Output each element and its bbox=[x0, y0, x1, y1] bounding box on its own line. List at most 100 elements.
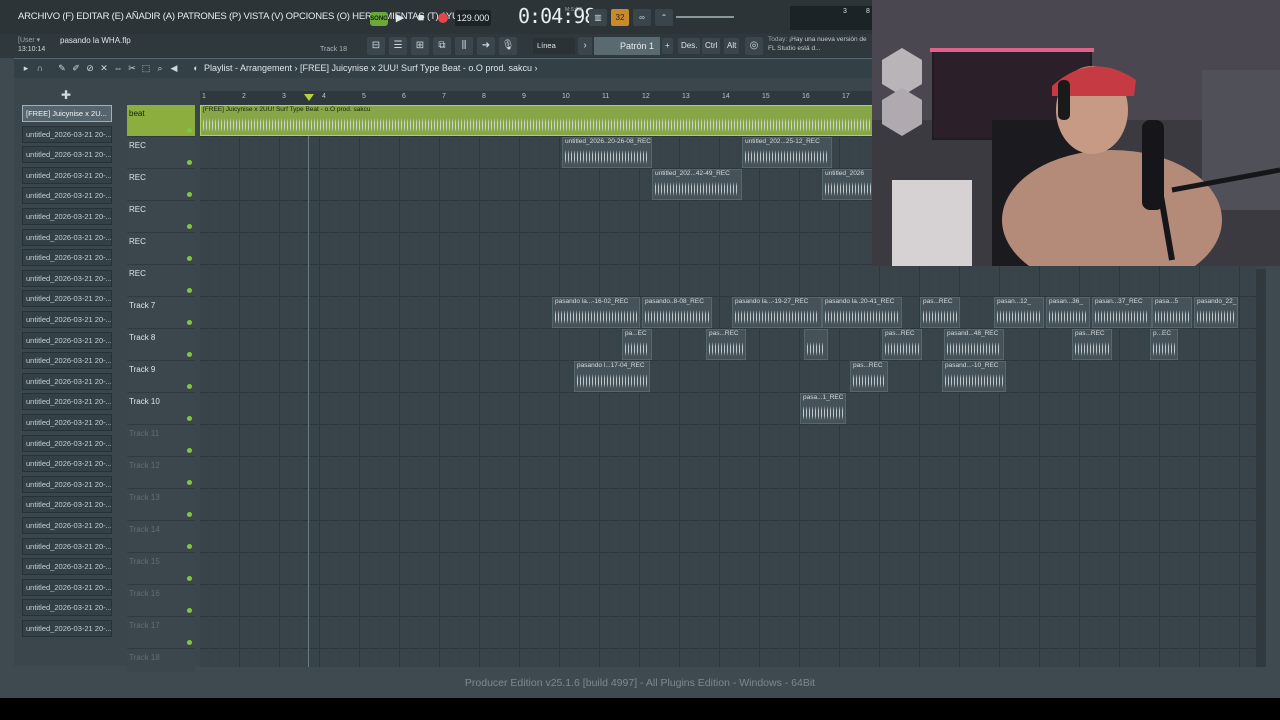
clip-list-item[interactable]: untitled_2026-03-21 20-... bbox=[22, 290, 112, 308]
track-enable-led[interactable] bbox=[187, 256, 192, 261]
song-time-display[interactable]: 0:04:98 bbox=[518, 4, 596, 28]
news-panel[interactable]: Today: ¡Hay una nueva versión de FL Stud… bbox=[768, 35, 868, 53]
track-header[interactable]: Track 13 bbox=[127, 489, 195, 521]
user-label[interactable]: [User ▾ bbox=[18, 36, 40, 44]
clip-list-item[interactable]: untitled_2026-03-21 20-... bbox=[22, 414, 112, 431]
track-header[interactable]: Track 10 bbox=[127, 393, 195, 425]
track-enable-led[interactable] bbox=[187, 320, 192, 325]
track-header[interactable]: Track 17 bbox=[127, 617, 195, 649]
track-enable-led[interactable] bbox=[187, 352, 192, 357]
playhead-marker[interactable] bbox=[304, 94, 314, 101]
step-edit-button[interactable]: 32 bbox=[611, 9, 629, 26]
paint-icon[interactable]: ✐ bbox=[70, 62, 82, 74]
track-enable-led[interactable] bbox=[187, 224, 192, 229]
audio-clip[interactable]: pa...EC bbox=[622, 329, 652, 360]
master-pitch-slider[interactable] bbox=[676, 16, 734, 18]
vertical-scrollbar[interactable] bbox=[1256, 269, 1266, 667]
track-header[interactable]: REC bbox=[127, 233, 195, 265]
clip-list-item[interactable]: untitled_2026-03-21 20-... bbox=[22, 393, 112, 411]
expand-icon[interactable]: ▸ bbox=[20, 62, 32, 74]
audio-clip[interactable]: pas...REC bbox=[706, 329, 746, 360]
record-button[interactable] bbox=[435, 10, 451, 26]
audio-clip[interactable]: pasan...12_ bbox=[994, 297, 1044, 328]
zoom-icon[interactable]: ⌕ bbox=[154, 62, 166, 74]
audio-clip[interactable]: pasando la...-19-27_REC bbox=[732, 297, 822, 328]
microphone-icon[interactable]: 🎙 bbox=[499, 37, 517, 55]
clip-list-item[interactable]: untitled_2026-03-21 20-... bbox=[22, 187, 112, 205]
track-header[interactable]: Track 11 bbox=[127, 425, 195, 457]
clip-list-item[interactable]: untitled_2026-03-21 20-... bbox=[22, 146, 112, 164]
clip-list-item[interactable]: untitled_2026-03-21 20-... bbox=[22, 311, 112, 328]
clip-list-item[interactable]: untitled_2026-03-21 20-... bbox=[22, 125, 112, 143]
pattern-select[interactable]: Patrón 1 bbox=[594, 37, 660, 55]
ctrl-button[interactable]: Ctrl bbox=[702, 38, 721, 54]
audio-clip[interactable]: untitled_2026..20-26-08_REC bbox=[562, 137, 652, 168]
audio-clip[interactable]: pasa...1_REC bbox=[800, 393, 846, 424]
audio-clip[interactable]: pasando la..20-41_REC bbox=[822, 297, 902, 328]
mute-icon[interactable]: ✕ bbox=[98, 62, 110, 74]
audio-clip[interactable] bbox=[804, 329, 828, 360]
clip-list-item[interactable]: untitled_2026-03-21 20-... bbox=[22, 620, 112, 637]
clip-list-item[interactable]: untitled_2026-03-21 20-... bbox=[22, 475, 112, 493]
track-header[interactable]: Track 16 bbox=[127, 585, 195, 617]
snap-select[interactable]: Línea bbox=[533, 38, 575, 54]
channel-rack-icon[interactable]: ☰ bbox=[389, 37, 407, 55]
track-header[interactable]: REC bbox=[127, 169, 195, 201]
piano-roll-icon[interactable]: ⊞ bbox=[411, 37, 429, 55]
track-header[interactable]: Track 15 bbox=[127, 553, 195, 585]
add-clip-icon[interactable]: ✚ bbox=[60, 89, 72, 101]
track-header[interactable]: beat bbox=[127, 105, 195, 137]
clip-list-item[interactable]: untitled_2026-03-21 20-... bbox=[22, 537, 112, 555]
browser-icon[interactable]: ⧉ bbox=[433, 37, 451, 55]
metronome-icon[interactable]: ⌃ bbox=[655, 9, 673, 26]
track-enable-led[interactable] bbox=[187, 640, 192, 645]
track-enable-led[interactable] bbox=[187, 480, 192, 485]
des-button[interactable]: Des. bbox=[678, 38, 701, 54]
track-enable-led[interactable] bbox=[187, 544, 192, 549]
track-header[interactable]: Track 12 bbox=[127, 457, 195, 489]
loop-record-icon[interactable]: ∞ bbox=[633, 9, 651, 26]
clip-list-item[interactable]: untitled_2026-03-21 20-... bbox=[22, 455, 112, 473]
audio-clip[interactable]: untitled_202...25-12_REC bbox=[742, 137, 832, 168]
play-button[interactable]: ▶ bbox=[392, 10, 408, 26]
track-enable-led[interactable] bbox=[187, 128, 192, 133]
audio-clip[interactable]: pasando_22_ bbox=[1194, 297, 1238, 328]
audio-clip[interactable]: pasando..8-08_REC bbox=[642, 297, 712, 328]
magnet-icon[interactable]: ∩ bbox=[34, 62, 46, 74]
audio-clip[interactable]: pasand...-10_REC bbox=[942, 361, 1006, 392]
track-header[interactable]: REC bbox=[127, 201, 195, 233]
select-icon[interactable]: ⬚ bbox=[140, 62, 152, 74]
track-header[interactable]: Track 14 bbox=[127, 521, 195, 553]
clip-list-item[interactable]: [FREE] Juicynise x 2U... bbox=[22, 105, 112, 122]
track-enable-led[interactable] bbox=[187, 416, 192, 421]
track-enable-led[interactable] bbox=[187, 192, 192, 197]
clip-list-item[interactable]: untitled_2026-03-21 20-... bbox=[22, 599, 112, 617]
clip-list-item[interactable]: untitled_2026-03-21 20-... bbox=[22, 517, 112, 534]
stop-button[interactable]: ■ bbox=[413, 10, 429, 26]
audio-clip[interactable]: pasando la...-16-02_REC bbox=[552, 297, 640, 328]
clip-list-item[interactable]: untitled_2026-03-21 20-... bbox=[22, 249, 112, 267]
audio-clip[interactable]: pasa...5 bbox=[1152, 297, 1192, 328]
track-enable-led[interactable] bbox=[187, 288, 192, 293]
audio-clip[interactable]: pas...REC bbox=[920, 297, 960, 328]
slice-icon[interactable]: ✂ bbox=[126, 62, 138, 74]
pencil-icon[interactable]: ✎ bbox=[56, 62, 68, 74]
track-header[interactable]: REC bbox=[127, 137, 195, 169]
clip-list-item[interactable]: untitled_2026-03-21 20-... bbox=[22, 269, 112, 287]
clip-list-item[interactable]: untitled_2026-03-21 20-... bbox=[22, 166, 112, 184]
audio-clip[interactable]: pas...REC bbox=[882, 329, 922, 360]
news-icon[interactable]: ◎ bbox=[745, 37, 763, 55]
alt-button[interactable]: Alt bbox=[724, 38, 740, 54]
timeline-ruler[interactable]: 1 2 3 4 5 6 7 8 9 10 11 12 13 14 15 16 17 bbox=[200, 91, 872, 105]
clip-list-item[interactable]: untitled_2026-03-21 20-... bbox=[22, 208, 112, 225]
tempo-display[interactable]: 129.000 bbox=[455, 10, 491, 26]
arrangement-icon[interactable]: ◐ bbox=[190, 62, 202, 74]
track-enable-led[interactable] bbox=[187, 384, 192, 389]
playlist-icon[interactable]: ⊟ bbox=[367, 37, 385, 55]
delete-icon[interactable]: ⊘ bbox=[84, 62, 96, 74]
clip-list-item[interactable]: untitled_2026-03-21 20-... bbox=[22, 496, 112, 514]
audio-clip[interactable]: p...EC bbox=[1150, 329, 1178, 360]
track-enable-led[interactable] bbox=[187, 512, 192, 517]
mixer-icon[interactable]: ⫼ bbox=[455, 37, 473, 55]
speaker-icon[interactable]: ◀ bbox=[168, 62, 180, 74]
